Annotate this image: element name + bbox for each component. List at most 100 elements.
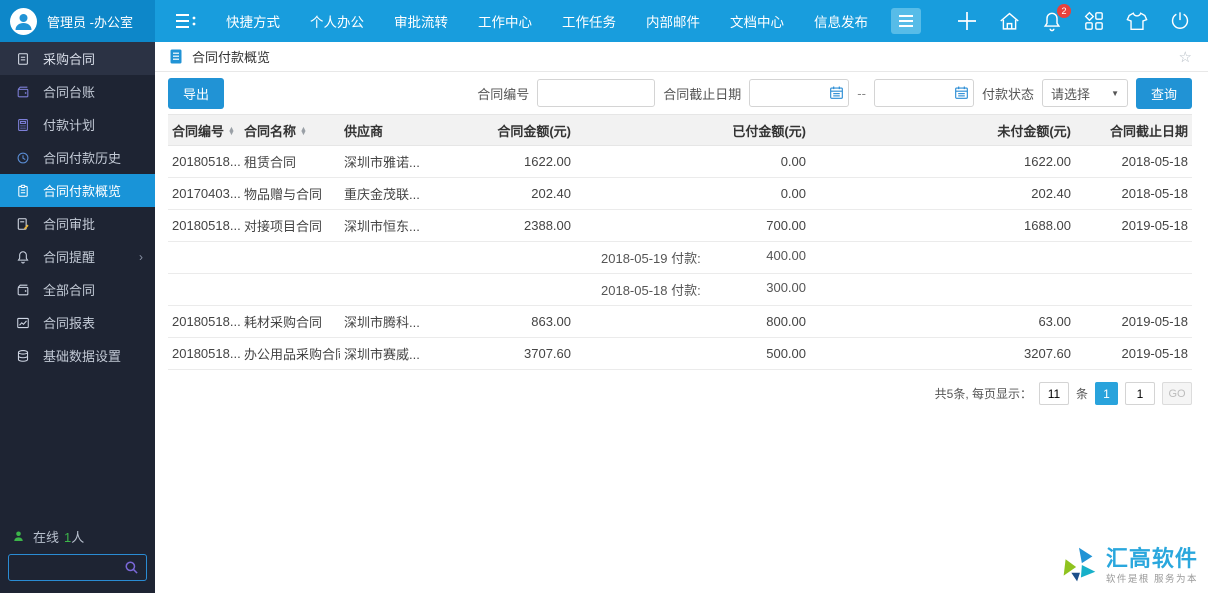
sidebar-item-purchase-contract[interactable]: 采购合同 <box>0 42 155 75</box>
vendor-logo: 汇高软件 软件是根 服务为本 <box>1056 543 1198 589</box>
notification-bell-icon[interactable]: 2 <box>1042 3 1071 32</box>
sidebar-item-contract-reports[interactable]: 合同报表 <box>0 306 155 339</box>
sidebar-item-base-data-settings[interactable]: 基础数据设置 <box>0 339 155 372</box>
sidebar-search-box <box>8 554 147 581</box>
search-icon[interactable] <box>124 560 139 575</box>
sidebar: 采购合同 合同台账 付款计划 合同付款历史 合同付款概览 合同审批 合同提醒 ›… <box>0 42 155 593</box>
page-doc-icon <box>168 48 184 65</box>
online-user-icon <box>12 530 25 543</box>
sidebar-search-input[interactable] <box>16 560 124 575</box>
home-icon[interactable] <box>999 11 1020 31</box>
nav-item-work-center[interactable]: 工作中心 <box>463 0 547 42</box>
calculator-icon <box>15 118 31 132</box>
sidebar-item-contract-approval[interactable]: 合同审批 <box>0 207 155 240</box>
deadline-start-wrap <box>749 79 850 107</box>
paid-amount-link[interactable]: 500.00 <box>575 337 810 370</box>
clock-icon <box>15 151 31 165</box>
unpaid-amount-link[interactable]: 3207.60 <box>810 337 1075 370</box>
main-content: 合同付款概览 ☆ 导出 合同编号 合同截止日期 -- 付款状态 请选择 ▼ 查询… <box>155 42 1208 593</box>
document-approve-icon <box>15 217 31 231</box>
logout-power-icon[interactable] <box>1170 11 1190 31</box>
document-icon <box>15 52 31 66</box>
sidebar-item-contract-reminder[interactable]: 合同提醒 › <box>0 240 155 273</box>
page-size-input[interactable] <box>1038 382 1069 405</box>
module-menu-button[interactable] <box>891 8 921 34</box>
table-row: 20180518... 对接项目合同 深圳市恒东... 2388.00 700.… <box>168 209 1192 242</box>
table-header-row: 合同编号 ▲ ▼ 合同名称 ▲ ▼ 供应商 合同金额(元) 已付金额(元) 未付金额(元… <box>168 114 1192 146</box>
payment-status-select[interactable]: 请选择 ▼ <box>1041 79 1128 107</box>
nav-item-document-center[interactable]: 文档中心 <box>715 0 799 42</box>
database-icon <box>15 349 31 363</box>
chevron-right-icon: › <box>139 249 143 264</box>
nav-item-shortcuts[interactable]: 快捷方式 <box>211 0 295 42</box>
notification-badge: 2 <box>1057 3 1071 18</box>
nav-item-personal-office[interactable]: 个人办公 <box>295 0 379 42</box>
vendor-logo-mark-icon <box>1056 543 1102 589</box>
sidebar-item-label: 付款计划 <box>43 118 96 133</box>
payment-date-label: 2018-05-19 付款: <box>601 251 701 266</box>
deadline-label: 合同截止日期 <box>663 86 742 102</box>
export-button[interactable]: 导出 <box>168 77 225 109</box>
unpaid-amount-link[interactable]: 63.00 <box>810 305 1075 338</box>
table-row: 20170403... 物品赠与合同 重庆金茂联... 202.40 0.00 … <box>168 177 1192 210</box>
contract-no-label: 合同编号 <box>477 86 530 102</box>
user-name: 管理员 -办公室 <box>47 14 133 30</box>
sidebar-item-contract-ledger[interactable]: 合同台账 <box>0 75 155 108</box>
nav-item-info-publish[interactable]: 信息发布 <box>799 0 883 42</box>
wallet-icon <box>15 85 31 99</box>
goto-page-input[interactable] <box>1125 382 1155 405</box>
caret-down-icon: ▼ <box>1111 88 1119 98</box>
paid-amount-link[interactable]: 800.00 <box>575 305 810 338</box>
col-header-paid[interactable]: 已付金额(元) <box>575 114 810 146</box>
paid-amount-link[interactable]: 700.00 <box>575 209 810 242</box>
deadline-end-wrap <box>873 79 974 107</box>
nav-item-approval-flow[interactable]: 审批流转 <box>379 0 463 42</box>
sidebar-item-label: 采购合同 <box>43 52 96 67</box>
col-header-deadline[interactable]: 合同截止日期 <box>1075 114 1192 146</box>
calendar-icon[interactable] <box>829 85 844 100</box>
sidebar-item-payment-plan[interactable]: 付款计划 <box>0 108 155 141</box>
payment-status-value: 请选择 <box>1050 86 1090 102</box>
sidebar-item-all-contracts[interactable]: 全部合同 <box>0 273 155 306</box>
online-status: 在线 1人 <box>8 527 147 554</box>
payment-status-label: 付款状态 <box>981 86 1034 102</box>
calendar-icon[interactable] <box>954 85 969 100</box>
col-header-contract-no[interactable]: 合同编号 ▲ ▼ <box>168 114 240 146</box>
wallet-icon <box>15 283 31 297</box>
user-avatar-icon <box>10 7 37 35</box>
col-header-amount[interactable]: 合同金额(元) <box>485 114 575 146</box>
apps-grid-icon[interactable] <box>1084 11 1104 31</box>
sidebar-item-label: 合同付款历史 <box>43 151 122 166</box>
sidebar-item-payment-history[interactable]: 合同付款历史 <box>0 141 155 174</box>
sidebar-item-label: 合同提醒 <box>43 250 96 265</box>
contracts-table: 合同编号 ▲ ▼ 合同名称 ▲ ▼ 供应商 合同金额(元) 已付金额(元) 未付金额(元… <box>168 114 1192 370</box>
sidebar-item-payment-overview[interactable]: 合同付款概览 <box>0 174 155 207</box>
pagination: 共5条, 每页显示： 条 1 GO <box>155 370 1208 405</box>
sort-icon: ▲ ▼ <box>228 126 235 138</box>
nav-item-internal-mail[interactable]: 内部邮件 <box>631 0 715 42</box>
date-range-separator: -- <box>857 85 866 101</box>
vendor-slogan: 软件是根 服务为本 <box>1105 573 1198 585</box>
user-block[interactable]: 管理员 -办公室 <box>0 0 155 42</box>
payment-date-label: 2018-05-18 付款: <box>601 283 701 298</box>
current-page-button[interactable]: 1 <box>1095 382 1118 405</box>
sort-icon: ▲ ▼ <box>300 126 307 138</box>
table-row: 20180518... 租赁合同 深圳市雅诺... 1622.00 0.00 1… <box>168 145 1192 178</box>
add-icon[interactable] <box>957 11 977 31</box>
unpaid-amount-link[interactable]: 1688.00 <box>810 209 1075 242</box>
theme-shirt-icon[interactable] <box>1126 11 1148 31</box>
clipboard-icon <box>15 184 31 198</box>
favorite-star-icon[interactable]: ☆ <box>1179 48 1192 66</box>
pagination-summary: 共5条, 每页显示： <box>934 387 1032 401</box>
nav-item-work-tasks[interactable]: 工作任务 <box>547 0 631 42</box>
contract-no-input[interactable] <box>537 79 656 107</box>
collapse-menu-icon[interactable] <box>161 0 211 42</box>
payment-detail-row: 2018-05-18 付款: 300.00 <box>168 273 1192 306</box>
col-header-supplier[interactable]: 供应商 <box>340 114 485 146</box>
col-header-contract-name[interactable]: 合同名称 ▲ ▼ <box>240 114 340 146</box>
filter-toolbar: 导出 合同编号 合同截止日期 -- 付款状态 请选择 ▼ 查询 <box>155 72 1208 114</box>
go-button[interactable]: GO <box>1162 382 1192 405</box>
col-header-unpaid[interactable]: 未付金额(元) <box>810 114 1075 146</box>
search-button[interactable]: 查询 <box>1135 77 1192 109</box>
bell-icon <box>15 250 31 264</box>
